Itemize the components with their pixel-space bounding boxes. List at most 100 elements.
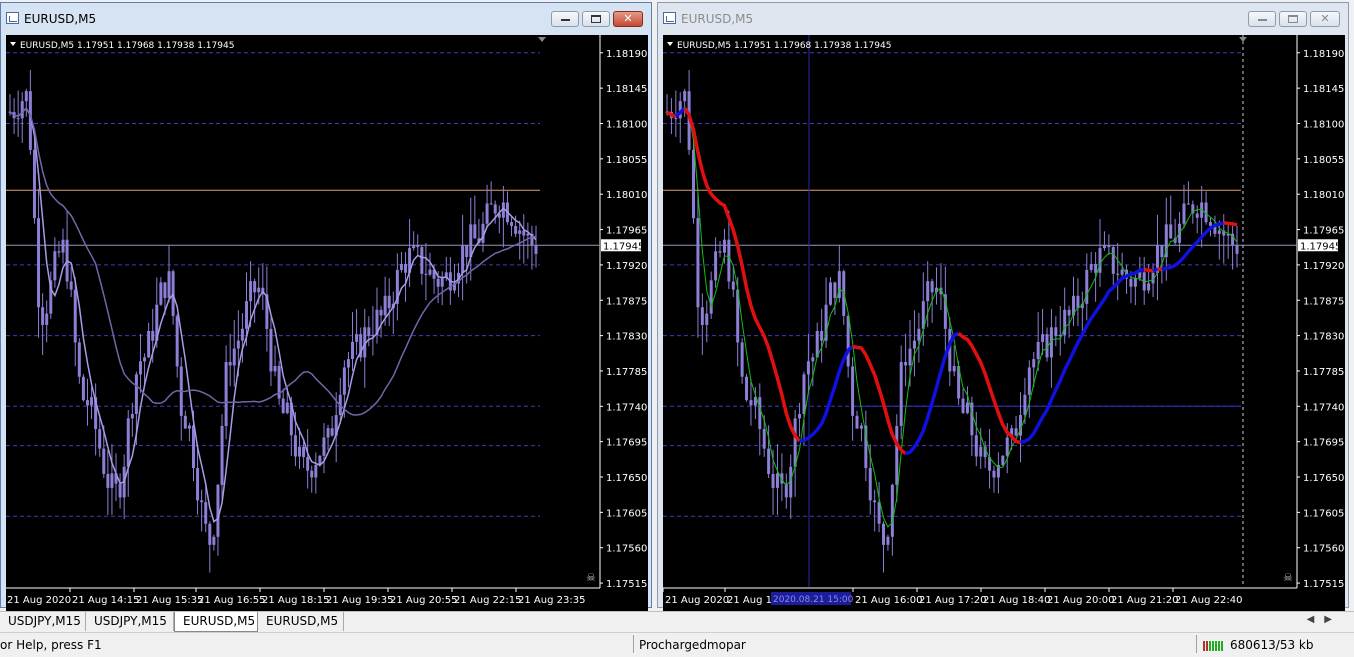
candle (1049, 308, 1053, 388)
candle (1102, 231, 1106, 251)
candle (118, 473, 122, 509)
candle (167, 244, 171, 303)
window-titlebar[interactable]: EURUSD,M5 ✕ (658, 3, 1348, 33)
candle (265, 266, 269, 352)
price-axis-label: 1.17695 (1303, 438, 1344, 449)
minimize-button[interactable] (551, 11, 579, 27)
chart-window-left[interactable]: EURUSD,M5 ✕ 1.18190 1.18145 1.18100 1.18055… (0, 2, 652, 611)
price-axis-label: 1.17740 (1303, 402, 1344, 413)
current-price-label: 1.17945 (603, 241, 644, 252)
candle (322, 423, 326, 474)
candle (718, 240, 722, 258)
candle (1098, 219, 1102, 287)
candle (700, 293, 704, 356)
moving-average-fast (9, 106, 537, 523)
candle (1054, 316, 1058, 347)
candle (147, 322, 151, 359)
close-icon: ✕ (623, 12, 633, 25)
chart-window-icon (6, 12, 19, 24)
time-axis-label: 21 Aug 19:35 (326, 595, 393, 606)
price-axis-label: 1.17830 (606, 332, 647, 343)
candle (1155, 214, 1159, 301)
candle (1107, 234, 1111, 255)
candle (996, 452, 1000, 494)
candle (1041, 308, 1045, 355)
candle (1076, 278, 1080, 326)
candle (493, 200, 497, 224)
candle (391, 291, 395, 335)
status-connection: 680613/53 kb (1230, 638, 1314, 652)
price-axis-label: 1.18100 (1303, 119, 1344, 130)
price-axis-label: 1.18010 (606, 190, 647, 201)
candle (420, 245, 424, 285)
tab-usdjpy-m15[interactable]: USDJPY,M15 (0, 612, 86, 631)
candle (1235, 225, 1239, 268)
tab-eurusd-m5-2[interactable]: EURUSD,M5 (258, 612, 344, 631)
candle (935, 267, 939, 305)
price-axis-label: 1.17515 (606, 579, 647, 590)
tab-usdjpy-m15-2[interactable]: USDJPY,M15 (86, 612, 174, 631)
maximize-button[interactable] (1279, 11, 1307, 27)
time-axis-label: 21 Aug 15:35 (136, 595, 203, 606)
candle (355, 308, 359, 355)
candle (379, 305, 383, 338)
chart-menu-arrow-icon (667, 42, 673, 46)
maximize-button[interactable] (582, 11, 610, 27)
minimize-button[interactable] (1248, 11, 1276, 27)
candle (939, 263, 943, 310)
candle (864, 410, 868, 482)
candle (359, 327, 363, 362)
candle (175, 313, 179, 378)
status-help-text: or Help, press F1 (0, 638, 102, 652)
candle (314, 452, 318, 494)
time-axis-label: 21 Aug 18:15 (262, 595, 329, 606)
candle (224, 345, 228, 440)
candle (882, 521, 886, 573)
maximize-icon (591, 15, 601, 23)
price-axis-label: 1.17830 (1303, 332, 1344, 343)
candle (208, 521, 212, 573)
candle (518, 220, 522, 260)
candle (485, 184, 489, 229)
time-axis-label: 21 Aug 20:00 (1047, 595, 1114, 606)
price-axis-label: 1.17515 (1303, 579, 1344, 590)
minimize-icon (1258, 19, 1267, 21)
candle (65, 210, 69, 290)
close-button[interactable]: ✕ (1310, 11, 1340, 27)
candle (740, 338, 744, 384)
chart-window-right[interactable]: EURUSD,M5 ✕ 1.18190 1.18145 1.18100 1.18055… (657, 2, 1349, 611)
candle (45, 300, 49, 343)
candle (497, 205, 501, 234)
tab-scroll-arrows[interactable]: ◀▶ (1307, 614, 1342, 625)
time-axis-label: 21 Aug 2020 (665, 595, 729, 606)
price-chart[interactable]: 1.18190 1.18145 1.18100 1.18055 1.18010 1.179… (663, 35, 1345, 611)
candle (424, 243, 428, 301)
window-titlebar[interactable]: EURUSD,M5 ✕ (1, 3, 651, 33)
moving-average-trend (683, 107, 801, 443)
candle (1014, 415, 1018, 437)
candle (159, 277, 163, 306)
price-axis-label: 1.17875 (606, 296, 647, 307)
candle (745, 373, 749, 402)
candle (877, 482, 881, 533)
candle (758, 383, 762, 456)
price-chart[interactable]: 1.18190 1.18145 1.18100 1.18055 1.18010 1.179… (6, 35, 648, 611)
time-axis-label: 21 Aug 21:20 (1111, 595, 1178, 606)
price-axis-label: 1.17560 (606, 544, 647, 555)
candle (281, 388, 285, 414)
candle (24, 88, 28, 117)
candle (522, 214, 526, 264)
candle (346, 351, 350, 388)
candle (126, 409, 130, 497)
candle (440, 271, 444, 306)
close-button[interactable]: ✕ (613, 11, 643, 27)
candle (277, 360, 281, 405)
chart-menu-arrow-icon (10, 42, 16, 46)
candle (69, 266, 73, 298)
price-axis-label: 1.17650 (606, 473, 647, 484)
candle (489, 181, 493, 205)
candle (351, 312, 355, 372)
tab-eurusd-m5[interactable]: EURUSD,M5 (174, 612, 258, 632)
candle (784, 473, 788, 509)
candle (41, 293, 45, 356)
